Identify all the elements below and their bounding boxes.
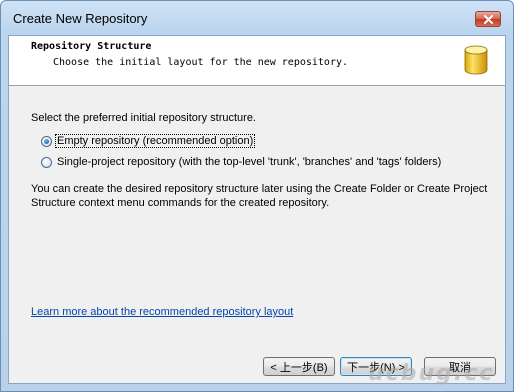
- option-empty-repository[interactable]: Empty repository (recommended option): [41, 133, 256, 149]
- option-label[interactable]: Empty repository (recommended option): [54, 134, 256, 148]
- close-icon: [484, 15, 493, 24]
- dialog-client-area: Repository Structure Choose the initial …: [8, 35, 506, 384]
- page-subtitle: Choose the initial layout for the new re…: [53, 57, 349, 68]
- wizard-header: Repository Structure Choose the initial …: [9, 36, 505, 86]
- close-button[interactable]: [475, 11, 501, 27]
- back-button[interactable]: < 上一步(B): [263, 357, 335, 376]
- info-text-line1: You can create the desired repository st…: [31, 183, 488, 195]
- page-title: Repository Structure: [31, 41, 152, 52]
- title-bar[interactable]: Create New Repository: [1, 1, 513, 35]
- watermark: ucbug.cc: [368, 361, 495, 386]
- learn-more-link[interactable]: Learn more about the recommended reposit…: [31, 306, 293, 318]
- window-title: Create New Repository: [13, 11, 148, 26]
- info-text-line2: Structure context menu commands for the …: [31, 197, 330, 209]
- structure-prompt: Select the preferred initial repository …: [31, 112, 256, 124]
- option-single-project[interactable]: Single-project repository (with the top-…: [41, 154, 442, 170]
- dialog-window: Create New Repository Repository Structu…: [0, 0, 514, 392]
- database-icon: [464, 45, 488, 75]
- option-label[interactable]: Single-project repository (with the top-…: [56, 156, 442, 168]
- radio-single-project[interactable]: [41, 156, 52, 168]
- radio-empty-repository[interactable]: [41, 135, 52, 147]
